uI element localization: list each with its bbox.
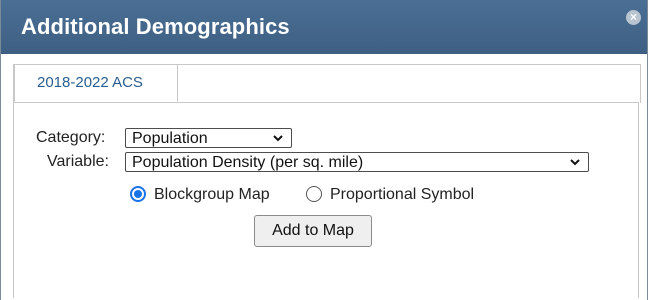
category-label: Category:	[36, 129, 106, 146]
dialog-titlebar[interactable]: Additional Demographics ×	[1, 0, 647, 54]
chevron-down-icon	[273, 135, 283, 142]
blockgroup-map-label[interactable]: Blockgroup Map	[154, 186, 270, 204]
category-select-value: Population	[132, 130, 208, 147]
dialog-title: Additional Demographics	[21, 14, 290, 39]
tab-label: 2018-2022 ACS	[37, 74, 143, 91]
close-icon[interactable]: ×	[626, 10, 641, 25]
variable-select[interactable]: Population Density (per sq. mile)	[125, 152, 589, 172]
variable-select-value: Population Density (per sq. mile)	[132, 154, 364, 171]
tab-content: Category: Population Variable: Populatio…	[13, 102, 639, 298]
tab-2018-2022-acs[interactable]: 2018-2022 ACS	[14, 64, 178, 102]
proportional-symbol-label[interactable]: Proportional Symbol	[330, 186, 474, 204]
proportional-symbol-radio[interactable]	[306, 186, 322, 202]
dialog-body: 2018-2022 ACS Category: Population Varia…	[1, 54, 647, 300]
tab-strip: 2018-2022 ACS	[13, 64, 641, 103]
blockgroup-map-radio[interactable]	[130, 186, 146, 202]
add-to-map-button[interactable]: Add to Map	[254, 215, 372, 247]
category-select[interactable]: Population	[125, 128, 292, 148]
chevron-down-icon	[570, 159, 580, 166]
variable-label: Variable:	[47, 153, 109, 170]
additional-demographics-dialog: Additional Demographics × 2018-2022 ACS …	[0, 0, 648, 300]
